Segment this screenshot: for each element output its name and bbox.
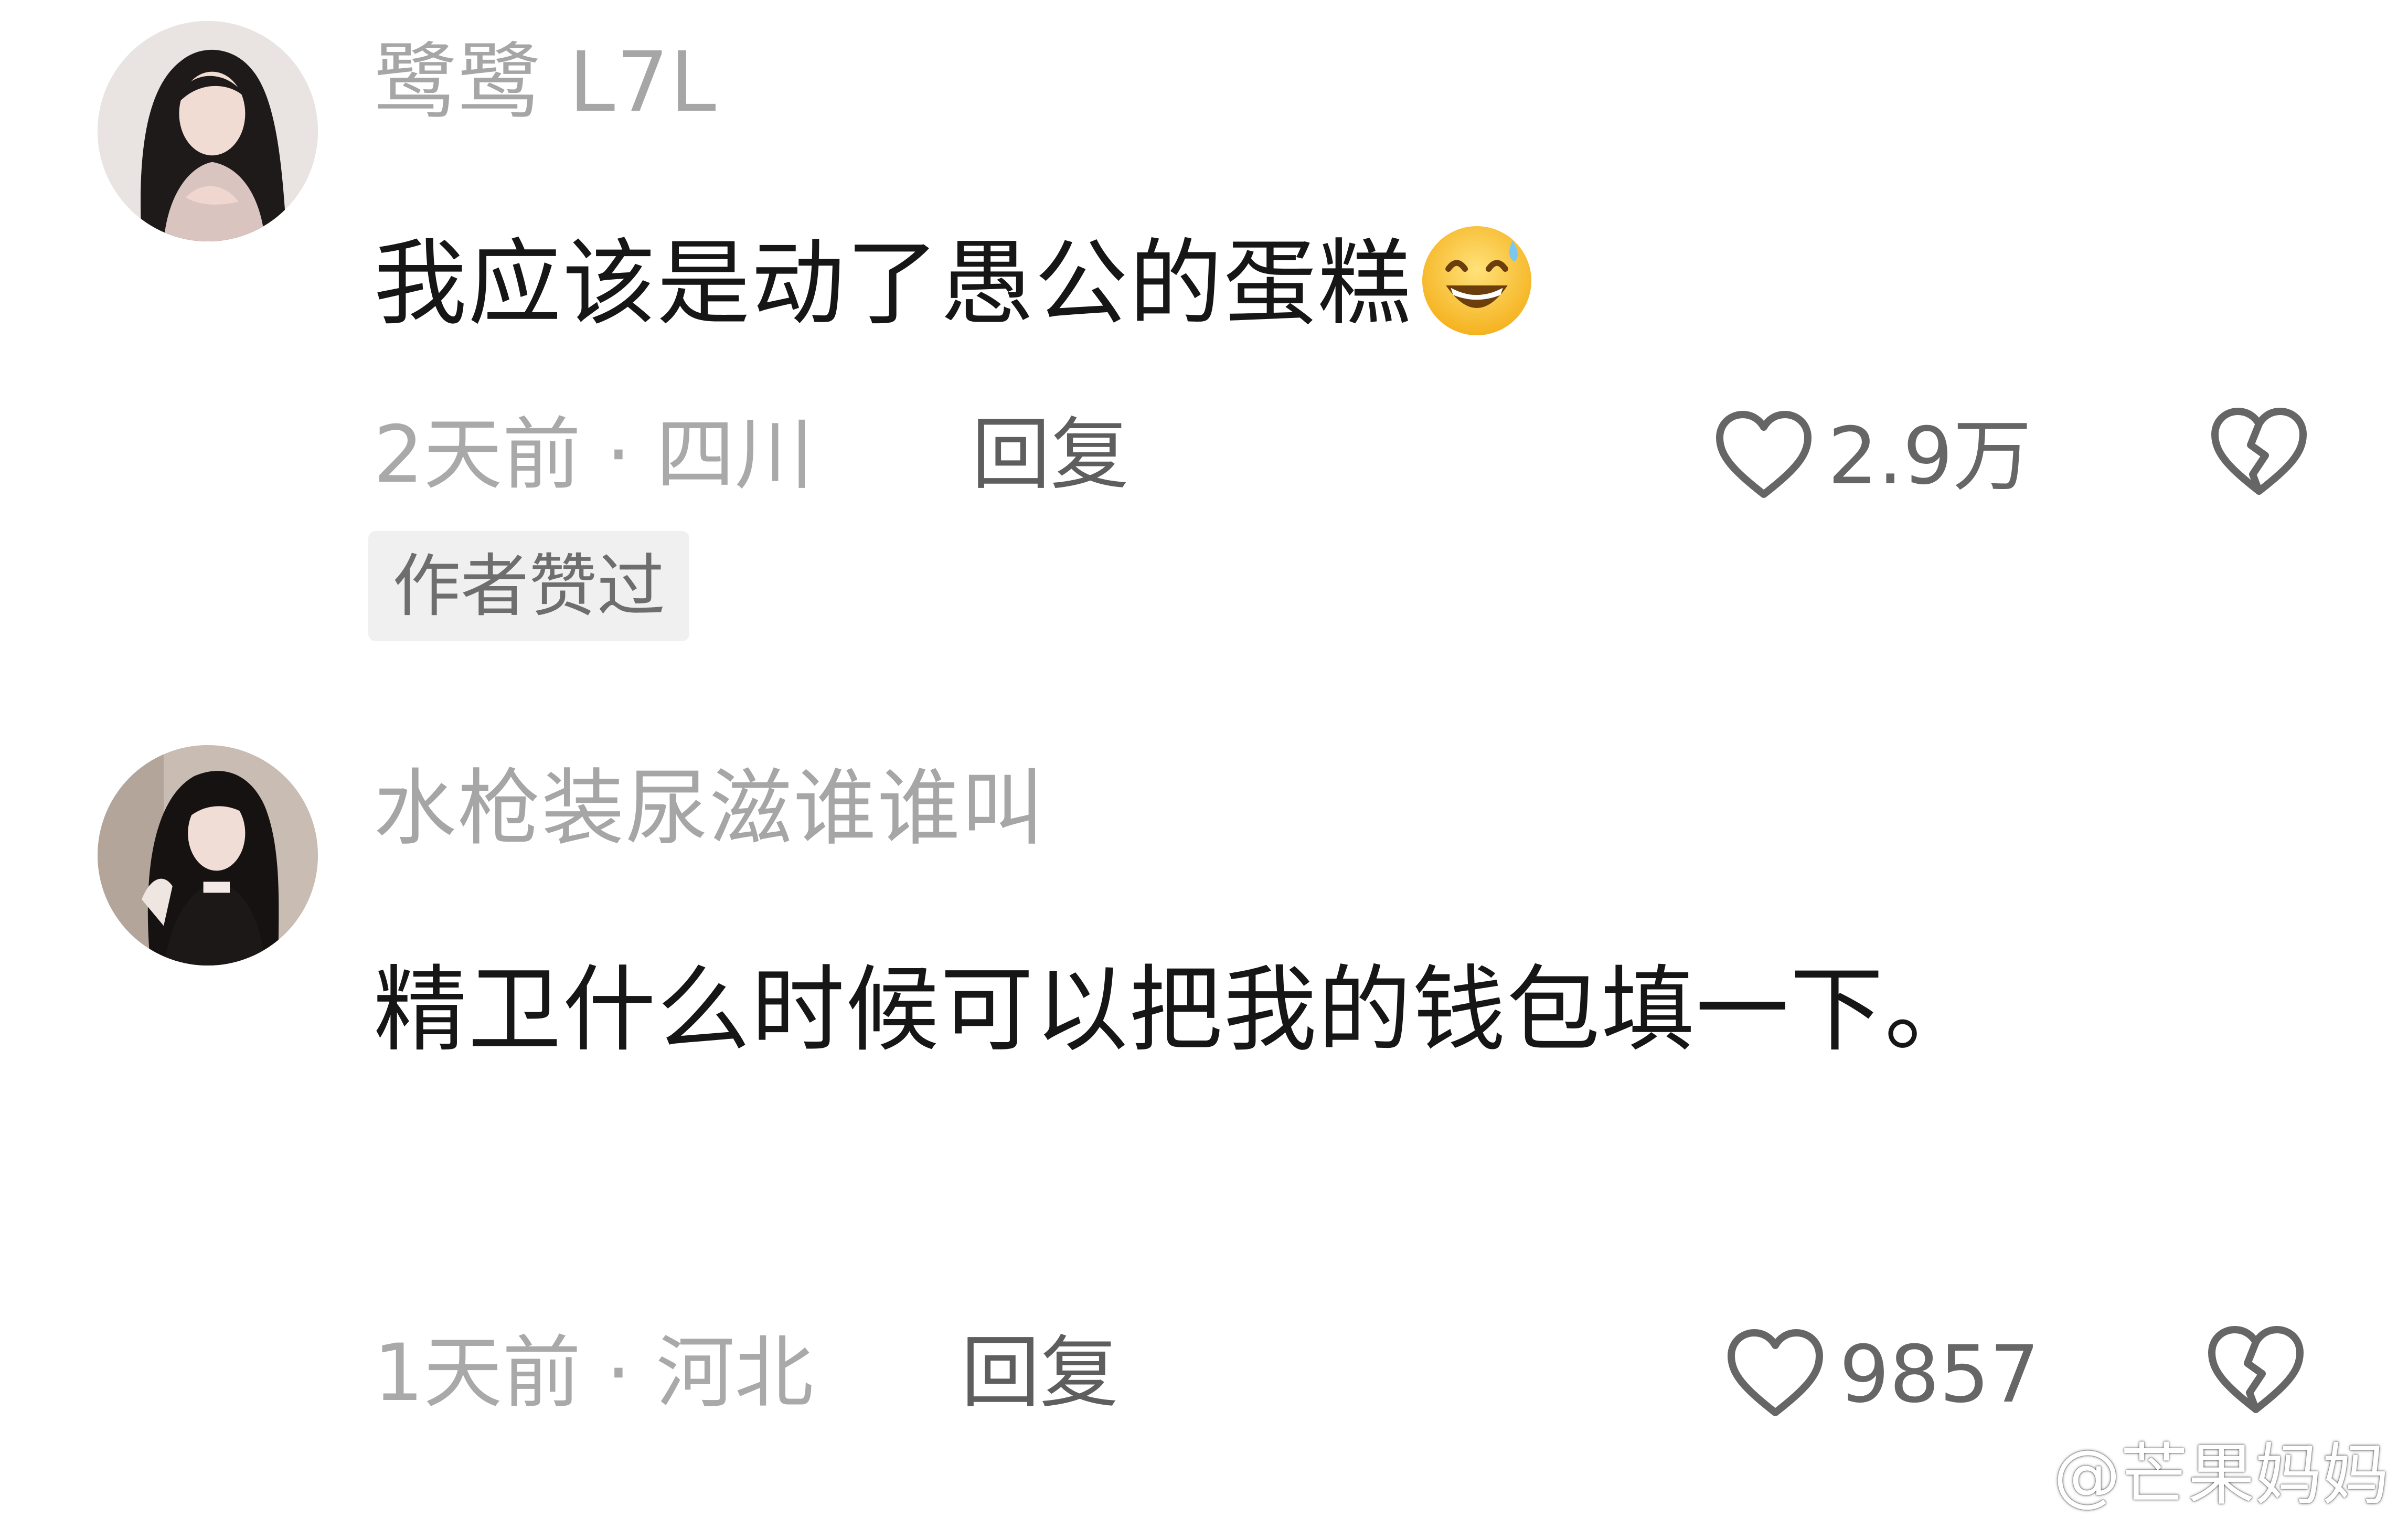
avatar[interactable] xyxy=(98,745,318,965)
avatar-image xyxy=(98,745,318,965)
avatar-image xyxy=(98,21,318,241)
comment-text: 我应该是动了愚公的蛋糕 xyxy=(374,226,1536,349)
grinning-sweat-emoji-icon xyxy=(1418,221,1536,340)
like-count: 2.9万 xyxy=(1828,411,2032,502)
like-count: 9857 xyxy=(1839,1329,2040,1420)
heart-outline-icon xyxy=(1716,411,1812,498)
dislike-button[interactable] xyxy=(2203,1319,2308,1424)
watermark: @芒果妈妈 xyxy=(1966,1420,2389,1518)
like-button[interactable]: 2.9万 xyxy=(1711,399,2032,514)
reply-button[interactable]: 回复 xyxy=(972,416,1129,494)
heart-outline-icon xyxy=(1728,1329,1823,1416)
reply-button[interactable]: 回复 xyxy=(961,1334,1118,1413)
avatar[interactable] xyxy=(98,21,318,241)
broken-heart-icon xyxy=(2211,408,2307,495)
weibo-icon xyxy=(1970,1441,2040,1501)
author-liked-badge: 作者赞过 xyxy=(368,531,690,641)
comment-text: 精卫什么时候可以把我的钱包填一下。 xyxy=(374,956,1979,1064)
comment-meta: 2天前 · 四川 xyxy=(374,409,814,501)
comment-meta: 1天前 · 河北 xyxy=(374,1328,814,1419)
watermark-text: @芒果妈妈 xyxy=(2053,1436,2389,1514)
dislike-button[interactable] xyxy=(2207,401,2311,506)
username[interactable]: 水枪装尿滋谁谁叫 xyxy=(374,767,1045,850)
like-button[interactable]: 9857 xyxy=(1723,1317,2040,1432)
comment-text-content: 我应该是动了愚公的蛋糕 xyxy=(374,229,1412,338)
username[interactable]: 鹭鹭 L7L xyxy=(374,41,717,124)
broken-heart-icon xyxy=(2208,1326,2304,1413)
